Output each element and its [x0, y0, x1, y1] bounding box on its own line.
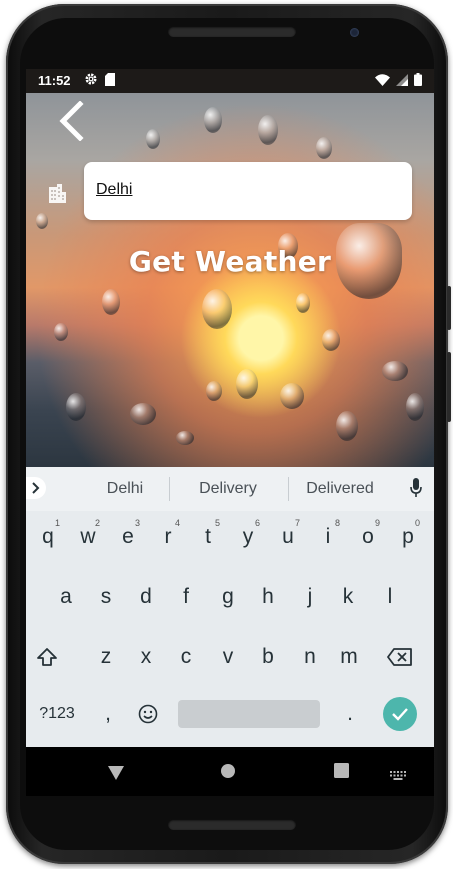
key-v[interactable]: v: [208, 637, 248, 677]
key-q[interactable]: q1: [28, 517, 68, 557]
navigation-bar: [26, 747, 434, 796]
chevron-right-icon: [32, 482, 40, 494]
key-r[interactable]: r4: [148, 517, 188, 557]
key-l[interactable]: l: [370, 577, 410, 617]
volume-button: [447, 286, 451, 330]
key-s[interactable]: s: [86, 577, 126, 617]
key-j[interactable]: j: [290, 577, 330, 617]
checkmark-icon: [392, 708, 408, 721]
key-t[interactable]: t5: [188, 517, 228, 557]
suggestion-divider: [169, 477, 170, 501]
sd-card-icon: [105, 72, 115, 90]
key-k[interactable]: k: [328, 577, 368, 617]
power-button: [447, 352, 451, 422]
key-i[interactable]: i8: [308, 517, 348, 557]
key-p[interactable]: p0: [388, 517, 428, 557]
period-key[interactable]: .: [330, 694, 370, 734]
recents-square-icon[interactable]: [334, 763, 349, 782]
emoji-smiley-icon: [138, 704, 158, 724]
weather-background: Get Weather: [26, 93, 434, 467]
keyboard: Delhi Delivery Delivered q1 w2 e3 r4 t5 …: [26, 467, 434, 747]
symbols-key[interactable]: ?123: [32, 694, 82, 734]
front-camera: [350, 28, 359, 37]
get-weather-button[interactable]: Get Weather: [26, 245, 434, 278]
key-e[interactable]: e3: [108, 517, 148, 557]
cell-signal-icon: [396, 73, 408, 90]
key-f[interactable]: f: [166, 577, 206, 617]
key-n[interactable]: n: [290, 637, 330, 677]
top-speaker: [168, 26, 296, 37]
key-w[interactable]: w2: [68, 517, 108, 557]
bottom-speaker: [168, 819, 296, 830]
city-input[interactable]: [96, 176, 396, 204]
city-input-box[interactable]: [84, 162, 412, 220]
home-circle-icon[interactable]: [220, 763, 236, 783]
backspace-icon: [387, 648, 412, 666]
gear-icon: [84, 72, 98, 90]
backspace-key[interactable]: [380, 637, 420, 677]
city-building-icon: [46, 183, 68, 203]
key-u[interactable]: u7: [268, 517, 308, 557]
space-bar[interactable]: [178, 700, 320, 728]
suggestion-1[interactable]: Delhi: [78, 480, 172, 498]
key-b[interactable]: b: [248, 637, 288, 677]
key-y[interactable]: y6: [228, 517, 268, 557]
shift-arrow-icon: [37, 648, 57, 666]
key-z[interactable]: z: [86, 637, 126, 677]
suggestion-divider: [288, 477, 289, 501]
status-time: 11:52: [38, 73, 71, 88]
back-button[interactable]: [54, 100, 90, 142]
phone-screen: 11:52 Delhi Get Weather Delhi Delivery D…: [26, 69, 434, 796]
suggestion-3[interactable]: Delivered: [292, 480, 388, 498]
wifi-icon: [375, 73, 390, 90]
microphone-icon[interactable]: [410, 478, 422, 503]
back-triangle-icon[interactable]: [108, 765, 124, 784]
suggestion-strip: Delhi Delivery Delivered: [26, 467, 434, 511]
chevron-left-icon: [59, 100, 84, 142]
comma-key[interactable]: ,: [88, 694, 128, 734]
key-d[interactable]: d: [126, 577, 166, 617]
status-bar: 11:52: [26, 69, 434, 93]
key-h[interactable]: h: [248, 577, 288, 617]
emoji-key[interactable]: [128, 694, 168, 734]
shift-key[interactable]: [36, 637, 58, 677]
key-c[interactable]: c: [166, 637, 206, 677]
key-x[interactable]: x: [126, 637, 166, 677]
key-a[interactable]: a: [46, 577, 86, 617]
suggestion-2[interactable]: Delivery: [178, 480, 278, 498]
key-o[interactable]: o9: [348, 517, 388, 557]
key-m[interactable]: m: [329, 637, 369, 677]
keyboard-switch-icon[interactable]: [390, 766, 406, 785]
battery-icon: [414, 73, 422, 90]
expand-toolbar-button[interactable]: [26, 477, 46, 499]
enter-key[interactable]: [383, 697, 417, 731]
key-g[interactable]: g: [208, 577, 248, 617]
